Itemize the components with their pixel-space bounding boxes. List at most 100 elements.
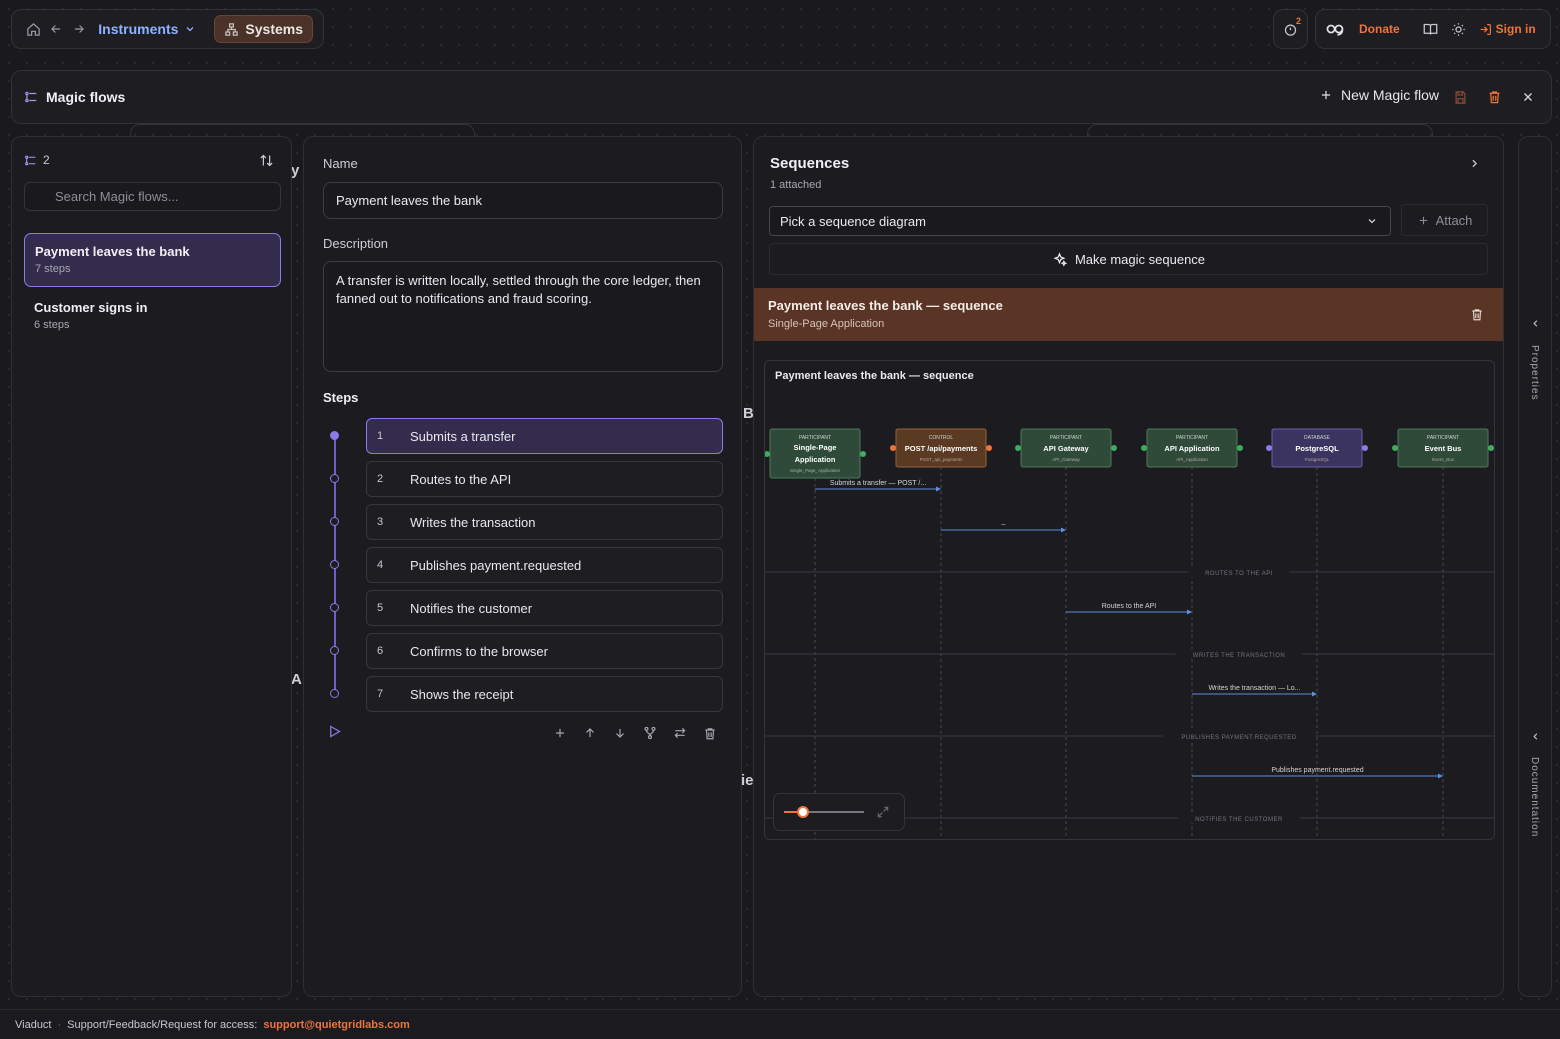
attached-sequence-sub: Single-Page Application xyxy=(768,318,885,330)
canvas-ghost-text: y xyxy=(291,162,300,179)
chevron-down-icon xyxy=(1366,215,1378,227)
step-item[interactable]: 5 Notifies the customer xyxy=(366,590,723,626)
canvas-ghost-card xyxy=(130,124,475,136)
flow-editor-panel: Name Payment leaves the bank Description… xyxy=(303,136,742,997)
step-item[interactable]: 1 Submits a transfer xyxy=(366,418,723,454)
book-icon[interactable] xyxy=(1423,22,1438,37)
sparkle-icon xyxy=(1052,251,1067,267)
participant-kind: PARTICIPANT xyxy=(1427,435,1459,441)
new-magic-flow-button[interactable]: New Magic flow xyxy=(1319,87,1439,103)
step-item[interactable]: 2 Routes to the API xyxy=(366,461,723,497)
timeline-dot xyxy=(330,560,339,569)
magic-flows-header: Magic flows New Magic flow xyxy=(11,70,1552,124)
arrow-left-icon[interactable] xyxy=(45,15,68,43)
participant-kind: PARTICIPANT xyxy=(799,435,831,441)
chevron-left-icon[interactable] xyxy=(1530,731,1541,742)
attach-button[interactable]: Attach xyxy=(1401,204,1488,236)
save-icon[interactable] xyxy=(1453,90,1468,105)
sort-icon[interactable] xyxy=(259,153,274,168)
plus-icon[interactable] xyxy=(550,723,570,743)
participant-port xyxy=(1141,445,1147,451)
expand-icon[interactable] xyxy=(876,805,890,819)
make-magic-label: Make magic sequence xyxy=(1074,251,1206,267)
description-label: Description xyxy=(323,236,389,251)
flow-list-panel: 2 Search Magic flows... Payment leaves t… xyxy=(11,136,292,997)
sun-icon[interactable] xyxy=(1451,22,1466,37)
sequence-diagram-canvas: ROUTES TO THE API WRITES THE TRANSACTION P… xyxy=(765,428,1494,839)
zoom-slider-handle[interactable] xyxy=(797,806,809,818)
step-item[interactable]: 3 Writes the transaction xyxy=(366,504,723,540)
flows-icon xyxy=(24,90,38,104)
notifications-button[interactable]: 2 xyxy=(1273,9,1308,49)
step-number: 3 xyxy=(377,516,384,528)
systems-button[interactable]: Systems xyxy=(214,15,314,43)
trash-icon[interactable] xyxy=(1470,307,1484,322)
instruments-dropdown[interactable]: Instruments xyxy=(98,21,196,37)
participant-port xyxy=(1015,445,1021,451)
close-icon[interactable] xyxy=(1521,90,1535,104)
step-item[interactable]: 7 Shows the receipt xyxy=(366,676,723,712)
flow-item[interactable]: Customer signs in 6 steps xyxy=(24,290,281,344)
plus-icon xyxy=(1319,88,1333,102)
trash-icon[interactable] xyxy=(700,723,720,743)
participant-port xyxy=(890,445,896,451)
arrow-down-icon[interactable] xyxy=(610,723,630,743)
top-nav-right: Donate Sign in xyxy=(1315,9,1551,49)
participant-name: API Gateway xyxy=(1043,444,1089,453)
documentation-tab[interactable]: Documentation xyxy=(1529,757,1540,837)
sequence-select-value: Pick a sequence diagram xyxy=(780,214,926,229)
trash-icon[interactable] xyxy=(1487,89,1502,105)
name-input[interactable]: Payment leaves the bank xyxy=(323,182,723,219)
chevron-right-icon[interactable] xyxy=(1468,157,1481,170)
play-icon[interactable] xyxy=(327,724,342,739)
properties-tab[interactable]: Properties xyxy=(1529,345,1540,401)
magic-flows-title: Magic flows xyxy=(46,89,126,105)
message-arrowhead xyxy=(1187,609,1192,615)
arrow-right-icon[interactable] xyxy=(68,15,91,43)
step-item[interactable]: 6 Confirms to the browser xyxy=(366,633,723,669)
section-label: WRITES THE TRANSACTION xyxy=(1193,653,1285,659)
participant-id: API_Application xyxy=(1176,457,1208,462)
participant-name: POST /api/payments xyxy=(905,444,978,453)
participant-name: PostgreSQL xyxy=(1295,444,1339,453)
step-number: 1 xyxy=(377,430,384,442)
home-icon[interactable] xyxy=(22,15,45,43)
branch-icon[interactable] xyxy=(640,723,660,743)
side-collapsed-panel: Properties Documentation xyxy=(1518,136,1552,997)
sign-in-icon xyxy=(1479,23,1492,36)
search-flows-placeholder: Search Magic flows... xyxy=(55,189,179,204)
notification-badge: 2 xyxy=(1296,16,1302,26)
description-value: A transfer is written locally, settled t… xyxy=(336,273,701,306)
participant-id: POST_api_payments xyxy=(920,457,964,462)
sign-in-button[interactable]: Sign in xyxy=(1479,22,1536,36)
participant-port xyxy=(1266,445,1272,451)
sequence-select[interactable]: Pick a sequence diagram xyxy=(769,206,1391,236)
sequence-diagram[interactable]: Payment leaves the bank — sequence ROUTE… xyxy=(764,360,1495,840)
flow-count: 2 xyxy=(24,153,50,167)
sign-in-label: Sign in xyxy=(1495,22,1536,36)
attached-sequence-item[interactable]: Payment leaves the bank — sequence Singl… xyxy=(754,288,1503,341)
instruments-label: Instruments xyxy=(98,21,179,37)
new-magic-flow-label: New Magic flow xyxy=(1341,87,1440,103)
support-email-link[interactable]: support@quietgridlabs.com xyxy=(263,1019,409,1031)
message-label: Submits a transfer — POST /... xyxy=(830,480,926,487)
arrow-up-icon[interactable] xyxy=(580,723,600,743)
steps-label: Steps xyxy=(323,390,359,405)
description-textarea[interactable]: A transfer is written locally, settled t… xyxy=(323,261,723,372)
search-flows-input[interactable]: Search Magic flows... xyxy=(24,182,281,211)
swap-icon[interactable] xyxy=(670,723,690,743)
flow-item[interactable]: Payment leaves the bank 7 steps xyxy=(24,233,281,287)
participant-kind: DATABASE xyxy=(1304,435,1331,441)
step-item[interactable]: 4 Publishes payment.requested xyxy=(366,547,723,583)
systems-label: Systems xyxy=(245,21,304,37)
flow-item-name: Payment leaves the bank xyxy=(35,244,190,259)
message-arrowhead xyxy=(1312,691,1317,697)
donate-link[interactable]: Donate xyxy=(1359,22,1400,36)
flow-count-value: 2 xyxy=(43,153,50,167)
chevron-left-icon[interactable] xyxy=(1530,318,1541,329)
make-magic-sequence-button[interactable]: Make magic sequence xyxy=(769,243,1488,275)
participant-port xyxy=(1392,445,1398,451)
name-label: Name xyxy=(323,156,358,171)
message-label: – xyxy=(1002,521,1006,528)
logo-icon[interactable] xyxy=(1326,21,1346,37)
